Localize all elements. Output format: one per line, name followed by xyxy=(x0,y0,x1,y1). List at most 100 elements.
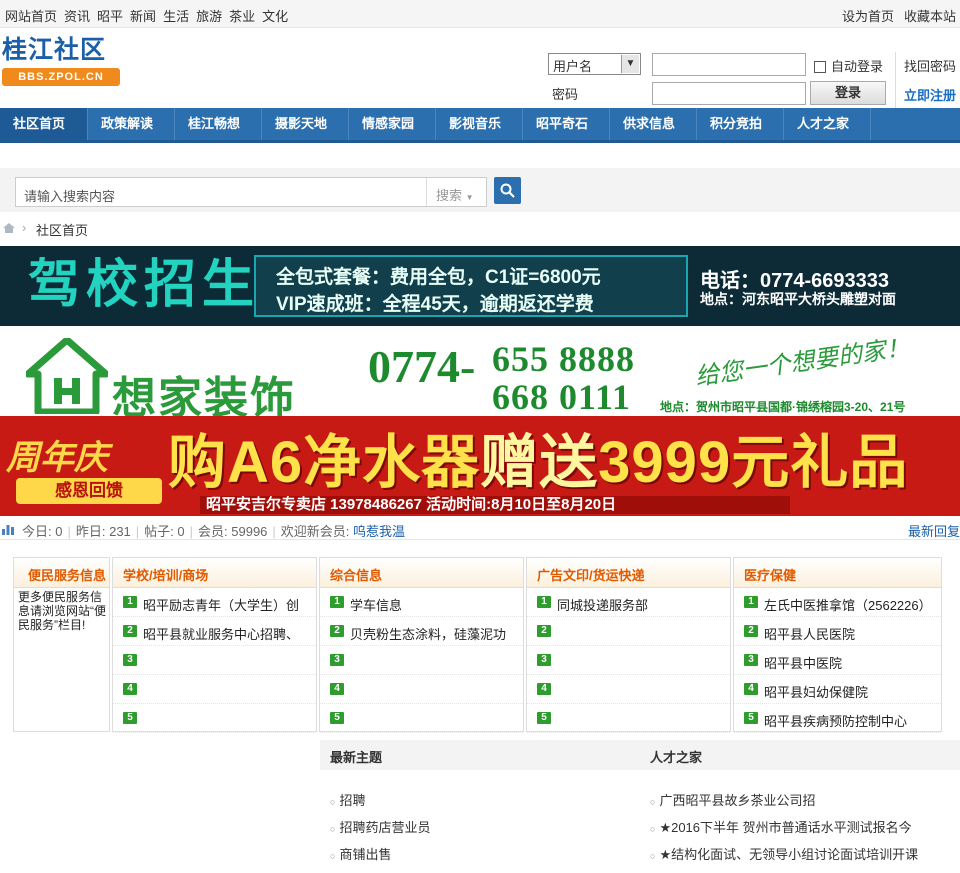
list-item[interactable]: 2 xyxy=(527,617,730,646)
top-link-xinwen[interactable]: 新闻 xyxy=(130,9,156,24)
nav-item-supply[interactable]: 供求信息 xyxy=(610,108,697,140)
talent-item[interactable]: ○ ★结构化面试、无领导小组讨论面试培训开课 xyxy=(650,844,918,863)
list-item[interactable]: 1 左氏中医推拿馆（2562226） xyxy=(734,588,941,617)
ad-decoration-area-code: 0774- xyxy=(368,341,476,392)
list-item[interactable]: 1 同城投递服务部 xyxy=(527,588,730,617)
ad-driving-school[interactable]: 驾校招生 全包式套餐：费用全包，C1证=6800元 VIP速成班：全程45天，逾… xyxy=(0,246,960,326)
password-label: 密码 xyxy=(552,87,579,102)
bullet-icon: ○ xyxy=(650,824,656,834)
list-item[interactable]: 2 昭平县人民医院 xyxy=(734,617,941,646)
top-link-travel[interactable]: 旅游 xyxy=(196,9,222,24)
top-link-tea[interactable]: 茶业 xyxy=(229,9,255,24)
list-item-text: 昭平县就业服务中心招聘、 xyxy=(143,627,300,642)
service-column-title[interactable]: 广告文印/货运快递 xyxy=(527,558,730,588)
ad-purifier-badge-title: 周年庆 xyxy=(6,439,108,477)
checkbox-icon xyxy=(814,61,826,73)
latest-topic-item[interactable]: ○ 招聘药店营业员 xyxy=(330,817,430,836)
top-link-news[interactable]: 资讯 xyxy=(64,9,90,24)
nav-item-auction[interactable]: 积分竞拍 xyxy=(697,108,784,140)
list-item[interactable]: 3 xyxy=(320,646,523,675)
list-item[interactable]: 5 xyxy=(320,704,523,733)
list-item[interactable]: 5 xyxy=(113,704,316,733)
ad-water-purifier[interactable]: 周年庆 感恩回馈 购A6净水器赠送3999元礼品 昭平安吉尔专卖店 139784… xyxy=(0,416,960,516)
auto-login-checkbox[interactable]: 自动登录 xyxy=(814,56,883,75)
list-item[interactable]: 4 xyxy=(320,675,523,704)
talent-item[interactable]: ○ 广西昭平县故乡茶业公司招 xyxy=(650,790,815,809)
ad-driving-headline: 驾校招生 xyxy=(28,255,261,315)
latest-reply-link[interactable]: 最新回复 xyxy=(908,521,960,540)
search-button[interactable] xyxy=(494,177,521,204)
list-item-text: 贝壳粉生态涂料，硅藻泥功 xyxy=(350,627,507,642)
bullet-icon: ○ xyxy=(330,824,336,834)
service-column-title[interactable]: 医疗保健 xyxy=(734,558,941,588)
rank-badge: 2 xyxy=(123,625,137,637)
bookmark-link[interactable]: 收藏本站 xyxy=(904,9,956,24)
talent-item[interactable]: ○ ★2016下半年 贺州市普通话水平测试报名今 xyxy=(650,817,912,836)
service-column-title[interactable]: 综合信息 xyxy=(320,558,523,588)
latest-topic-item[interactable]: ○ 商铺出售 xyxy=(330,844,391,863)
top-link-home[interactable]: 网站首页 xyxy=(5,9,57,24)
house-logo-icon xyxy=(26,338,108,414)
username-type-select[interactable]: 用户名 ▼ xyxy=(548,53,641,75)
site-logo[interactable]: 桂江社区 BBS.ZPOL.CN xyxy=(2,36,120,92)
list-item[interactable]: 5 昭平县疾病预防控制中心 xyxy=(734,704,941,733)
stats-posts: 帖子: 0 xyxy=(144,524,185,539)
home-icon[interactable] xyxy=(2,222,16,237)
ad-purifier-badge-sub: 感恩回馈 xyxy=(16,478,162,504)
service-column-school: 学校/培训/商场 1 昭平励志青年（大学生）创 2 昭平县就业服务中心招聘、 3 4… xyxy=(112,557,317,733)
nav-item-media[interactable]: 影视音乐 xyxy=(436,108,523,140)
ad-decoration[interactable]: 想家装饰 0774- 655 8888 668 0111 给您一个想要的家！ 地… xyxy=(0,326,960,423)
nav-item-policy[interactable]: 政策解读 xyxy=(88,108,175,140)
set-homepage-link[interactable]: 设为首页 xyxy=(842,9,894,24)
list-item[interactable]: 1 昭平励志青年（大学生）创 xyxy=(113,588,316,617)
nav-item-stones[interactable]: 昭平奇石 xyxy=(523,108,610,140)
nav-item-guijiang[interactable]: 桂江畅想 xyxy=(175,108,262,140)
list-item[interactable]: 1 学车信息 xyxy=(320,588,523,617)
top-actions: 设为首页 收藏本站 xyxy=(832,6,956,25)
nav-item-talent[interactable]: 人才之家 xyxy=(784,108,871,140)
latest-topic-item[interactable]: ○ 招聘 xyxy=(330,790,365,809)
auto-login-label: 自动登录 xyxy=(831,59,884,74)
list-item[interactable]: 2 昭平县就业服务中心招聘、 xyxy=(113,617,316,646)
top-link-zhaoping[interactable]: 昭平 xyxy=(97,9,123,24)
list-item[interactable]: 4 xyxy=(113,675,316,704)
ad-purifier-headline: 购A6净水器赠送3999元礼品 xyxy=(168,428,908,498)
password-input[interactable] xyxy=(652,82,806,105)
search-input[interactable]: 请输入搜索内容 搜索 ▼ xyxy=(15,177,487,207)
login-button[interactable]: 登录 xyxy=(810,81,886,105)
list-item[interactable]: 3 xyxy=(113,646,316,675)
ad-driving-line1: 全包式套餐：费用全包，C1证=6800元 xyxy=(276,267,601,288)
list-item-text: 左氏中医推拿馆（2562226） xyxy=(764,598,932,613)
search-type-select[interactable]: 搜索 ▼ xyxy=(426,178,486,206)
latest-topic-text: 招聘药店营业员 xyxy=(339,820,431,835)
top-link-culture[interactable]: 文化 xyxy=(262,9,288,24)
top-link-life[interactable]: 生活 xyxy=(163,9,189,24)
list-item[interactable]: 4 昭平县妇幼保健院 xyxy=(734,675,941,704)
nav-item-emotion[interactable]: 情感家园 xyxy=(349,108,436,140)
register-link[interactable]: 立即注册 xyxy=(904,85,956,104)
list-item[interactable]: 3 xyxy=(527,646,730,675)
nav-item-home[interactable]: 社区首页 xyxy=(0,108,88,140)
list-item[interactable]: 2 贝壳粉生态涂料，硅藻泥功 xyxy=(320,617,523,646)
service-column-title[interactable]: 学校/培训/商场 xyxy=(113,558,316,588)
list-item-text: 昭平县疾病预防控制中心 xyxy=(764,714,908,729)
rank-badge: 1 xyxy=(744,596,758,608)
find-password-link[interactable]: 找回密码 xyxy=(904,56,956,75)
stats-yesterday: 昨日: 231 xyxy=(75,524,131,539)
stats-today: 今日: 0 xyxy=(22,524,63,539)
nav-item-photo[interactable]: 摄影天地 xyxy=(262,108,349,140)
list-item[interactable]: 3 昭平县中医院 xyxy=(734,646,941,675)
rank-badge: 4 xyxy=(330,683,344,695)
talent-text: ★结构化面试、无领导小组讨论面试培训开课 xyxy=(659,847,919,862)
forum-stats: 今日: 0 | 昨日: 231 | 帖子: 0 | 会员: 59996 | 欢迎新会员: 呜惹我… xyxy=(0,518,960,540)
bullet-icon: ○ xyxy=(330,851,336,861)
list-item[interactable]: 4 xyxy=(527,675,730,704)
top-links: 网站首页 资讯 昭平 新闻 生活 旅游 茶业 文化 xyxy=(5,6,295,25)
stats-new-member-link[interactable]: 呜惹我温 xyxy=(353,524,405,539)
bullet-icon: ○ xyxy=(650,851,656,861)
list-item[interactable]: 5 xyxy=(527,704,730,733)
breadcrumb-current[interactable]: 社区首页 xyxy=(36,220,88,239)
username-input[interactable] xyxy=(652,53,806,76)
logo-domain: BBS.ZPOL.CN xyxy=(2,68,120,86)
lower-lists: 最新主题 人才之家 ○ 招聘 ○ 招聘药店营业员 ○ 商铺出售 ○ 广西昭平县故乡茶业公… xyxy=(320,740,960,873)
